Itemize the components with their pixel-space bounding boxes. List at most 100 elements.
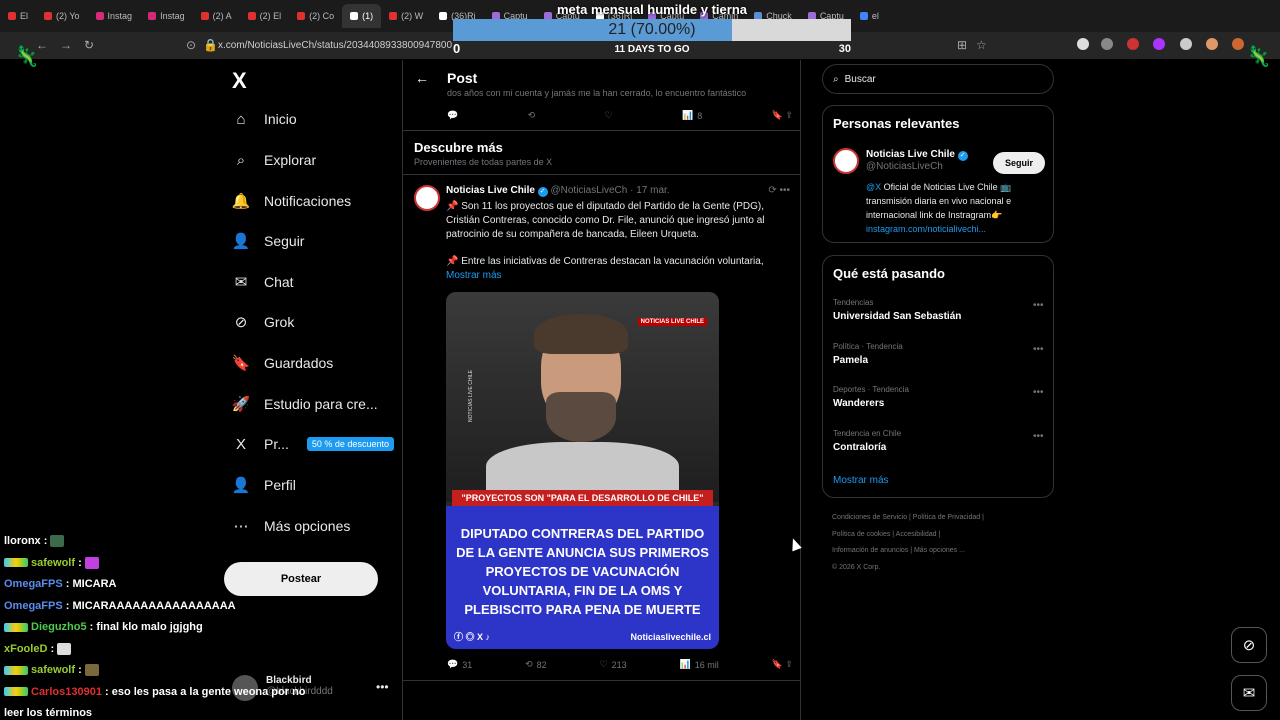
chat-username[interactable]: lloronx <box>4 535 41 547</box>
chat-username[interactable]: Carlos130901 <box>31 686 102 698</box>
tweet-author-name[interactable]: Noticias Live Chile <box>446 185 535 196</box>
chat-message: OmegaFPS : MICARA <box>4 574 400 596</box>
chat-text: eso les pasa a la gente weona por no <box>111 685 306 698</box>
browser-tab[interactable]: (2) W <box>381 4 431 28</box>
reload-icon[interactable]: ↻ <box>84 38 94 52</box>
person-name-row[interactable]: Noticias Live Chile ✓ @NoticiasLiveCh <box>866 149 968 172</box>
chat-message: safewolf : <box>4 553 400 575</box>
bio-mention[interactable]: @X <box>866 182 881 192</box>
sidebar-item[interactable]: ⊘ Grok <box>232 313 295 331</box>
extension-icon[interactable] <box>1153 38 1165 50</box>
tweet-image[interactable]: NOTICIAS LIVE CHILE NOTICIAS LIVE CHILE … <box>446 292 719 649</box>
sidebar-item[interactable]: 🔔 Notificaciones <box>232 192 352 210</box>
repost-icon[interactable]: ⟲ <box>528 110 536 121</box>
image-site: Noticiaslivechile.cl <box>630 631 711 642</box>
goal-value: 21 (70.00%) <box>608 21 696 38</box>
extension-icon[interactable] <box>1127 38 1139 50</box>
sidebar-item[interactable]: 🔖 Guardados <box>231 354 334 372</box>
sidebar-item-icon: 👤 <box>231 477 251 494</box>
trend-name[interactable]: Pamela <box>833 355 868 366</box>
tweet-more-icon[interactable]: ⟳ ••• <box>768 185 790 196</box>
show-more-trends[interactable]: Mostrar más <box>833 475 889 486</box>
grok-float-button[interactable]: ⊘ <box>1231 627 1267 663</box>
bookmark-share[interactable]: 🔖 ⇪ <box>772 110 793 121</box>
trend-more-icon[interactable]: ••• <box>1033 344 1044 355</box>
trend-more-icon[interactable]: ••• <box>1033 387 1044 398</box>
search-input[interactable]: ⌕ Buscar <box>822 64 1054 94</box>
messages-float-button[interactable]: ✉ <box>1231 675 1267 711</box>
person-handle[interactable]: @NoticiasLiveCh <box>866 161 968 172</box>
tab-favicon-icon <box>350 12 359 20</box>
show-more-link[interactable]: Mostrar más <box>446 270 502 281</box>
bio-link[interactable]: instagram.com/noticialivechi... <box>866 224 986 234</box>
footer-links[interactable]: Política de cookies | Accesibilidad | <box>832 531 940 538</box>
browser-tab[interactable]: El <box>0 4 36 28</box>
sidebar-item[interactable]: ⌂ Inicio <box>232 110 297 128</box>
follow-button[interactable]: Seguir <box>993 152 1045 174</box>
install-icon[interactable]: ⊞ <box>957 38 967 52</box>
avatar-icon[interactable] <box>1206 38 1218 50</box>
chat-username[interactable]: safewolf <box>31 664 75 676</box>
trend-name[interactable]: Contraloría <box>833 442 886 453</box>
like-button[interactable]: ♡ 213 <box>600 659 627 670</box>
extension-icon[interactable] <box>1232 38 1244 50</box>
sidebar-item[interactable]: ⌕ Explorar <box>232 151 316 169</box>
chat-username[interactable]: safewolf <box>31 557 75 569</box>
footer-links[interactable]: Información de anuncios | Más opciones .… <box>832 547 965 554</box>
browser-tab[interactable]: el <box>852 4 887 28</box>
url-text[interactable]: x.com/NoticiasLiveCh/status/203440893380… <box>218 40 452 51</box>
browser-tab[interactable]: (2) Yo <box>36 4 88 28</box>
profile-icon[interactable] <box>1077 38 1089 50</box>
back-arrow-icon[interactable]: ← <box>415 70 429 86</box>
tab-label: (1) <box>362 11 374 21</box>
bookmark-share-buttons[interactable]: 🔖 ⇪ <box>772 659 793 670</box>
reply-button[interactable]: 💬 31 <box>447 659 472 670</box>
like-icon[interactable]: ♡ <box>605 110 613 121</box>
browser-tab[interactable]: (1) <box>342 4 382 28</box>
tab-label: Instag <box>160 11 185 21</box>
browser-tab[interactable]: (2) A <box>193 4 240 28</box>
sidebar-item-label: Inicio <box>264 111 297 127</box>
sidebar-item[interactable]: 👤 Perfil <box>232 476 296 494</box>
browser-tab[interactable]: Instag <box>88 4 141 28</box>
chat-message: safewolf : <box>4 660 400 682</box>
tab-label: (2) El <box>259 11 282 21</box>
chat-username[interactable]: OmegaFPS <box>4 578 63 590</box>
footer-links[interactable]: © 2026 X Corp. <box>832 564 880 571</box>
trend-more-icon[interactable]: ••• <box>1033 431 1044 442</box>
views-button[interactable]: 📊 16 mil <box>680 659 719 670</box>
tab-favicon-icon <box>148 12 157 20</box>
sidebar-item[interactable]: X Pr... 50 % de descuento <box>232 435 394 453</box>
trend-name[interactable]: Wanderers <box>833 398 884 409</box>
trend-name[interactable]: Universidad San Sebastián <box>833 311 961 322</box>
x-logo-icon[interactable]: X <box>232 68 247 94</box>
puzzle-icon[interactable] <box>1180 38 1192 50</box>
views-stat[interactable]: 📊 8 <box>682 110 702 121</box>
trend-more-icon[interactable]: ••• <box>1033 300 1044 311</box>
bookmark-star-icon[interactable]: ☆ <box>976 38 987 52</box>
tweet-avatar[interactable] <box>414 185 440 211</box>
chat-separator: : <box>101 685 112 698</box>
sidebar-item-icon: 👤 <box>231 233 251 250</box>
repost-button[interactable]: ⟲ 82 <box>525 659 547 670</box>
forward-icon[interactable]: → <box>60 38 72 52</box>
reply-icon[interactable]: 💬 <box>447 110 458 121</box>
chat-username[interactable]: Dieguzho5 <box>31 621 87 633</box>
sidebar-item[interactable]: 👤 Seguir <box>231 232 305 250</box>
sidebar-item[interactable]: 🚀 Estudio para cre... <box>232 395 378 413</box>
site-info-icon[interactable]: ⊙ <box>186 38 196 52</box>
footer-links[interactable]: Condiciones de Servicio | Política de Pr… <box>832 514 984 521</box>
tweet-author-handle[interactable]: @NoticiasLiveCh <box>550 185 627 196</box>
browser-tab[interactable]: Instag <box>140 4 193 28</box>
extension-icon[interactable] <box>1101 38 1113 50</box>
person-avatar[interactable] <box>833 148 859 174</box>
sidebar-item-icon: 🔖 <box>231 355 251 372</box>
person-name[interactable]: Noticias Live Chile <box>866 149 955 160</box>
chat-username[interactable]: xFooleD <box>4 643 47 655</box>
browser-tab[interactable]: (2) El <box>240 4 290 28</box>
sidebar-item[interactable]: ✉ Chat <box>232 273 294 291</box>
browser-tab[interactable]: (2) Co <box>289 4 342 28</box>
tweet-date[interactable]: · 17 mar. <box>630 185 669 196</box>
bio-text: Oficial de Noticias Live Chile 📺 transmi… <box>866 182 1012 220</box>
chat-username[interactable]: OmegaFPS <box>4 600 63 612</box>
